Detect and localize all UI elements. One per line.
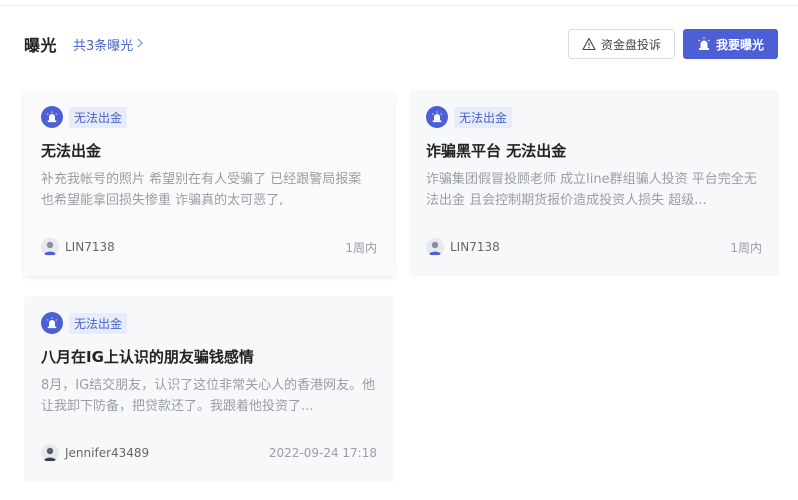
- user-avatar-icon: [41, 444, 59, 462]
- card-title: 诈骗黑平台 无法出金: [426, 142, 567, 160]
- category-tag: 无法出金: [69, 106, 128, 128]
- card-description: 补充我帐号的照片 希望别在有人受骗了 已经跟警局报案 也希望能拿回损失惨重 诈骗…: [41, 172, 362, 208]
- username: LIN7138: [65, 240, 115, 254]
- card-tag-row: 无法出金: [41, 106, 377, 128]
- exposure-card[interactable]: 无法出金 诈骗黑平台 无法出金 诈骗集团假冒投顾老师 成立line群组骗人投资 …: [409, 90, 779, 276]
- alarm-light-icon: [41, 312, 63, 334]
- header-actions: 资金盘投诉 我要曝光: [567, 29, 778, 59]
- warning-triangle-icon: [582, 37, 596, 51]
- fund-complaint-button[interactable]: 资金盘投诉: [567, 29, 675, 59]
- card-title: 八月在IG上认识的朋友骗钱感情: [41, 348, 254, 366]
- top-divider: [0, 0, 798, 6]
- card-description: 诈骗集团假冒投顾老师 成立line群组骗人投资 平台完全无法出金 且会控制期货报…: [426, 172, 757, 208]
- card-footer: LIN7138 1周内: [426, 238, 762, 256]
- user-avatar-icon: [41, 238, 59, 256]
- expose-button-label: 我要曝光: [715, 37, 764, 52]
- card-footer: LIN7138 1周内: [41, 238, 377, 256]
- card-title: 无法出金: [41, 142, 102, 160]
- user-avatar-icon: [426, 238, 444, 256]
- exposure-card[interactable]: 无法出金 无法出金 补充我帐号的照片 希望别在有人受骗了 已经跟警局报案 也希望…: [24, 90, 394, 276]
- post-time: 1周内: [730, 240, 762, 255]
- expose-button[interactable]: 我要曝光: [682, 29, 778, 59]
- exposure-count-label: 共3条曝光: [73, 38, 134, 54]
- page-title: 曝光: [24, 36, 58, 55]
- exposure-count-link[interactable]: 共3条曝光: [73, 35, 144, 54]
- card-footer: Jennifer43489 2022-09-24 17:18: [41, 444, 377, 462]
- card-tag-row: 无法出金: [426, 106, 762, 128]
- post-time: 1周内: [345, 240, 377, 255]
- username: Jennifer43489: [65, 446, 150, 460]
- card-tag-row: 无法出金: [41, 312, 377, 334]
- post-time: 2022-09-24 17:18: [268, 446, 377, 460]
- card-description: 8月，IG结交朋友，认识了这位非常关心人的香港网友。他让我卸下防备，把贷款还了。…: [41, 378, 376, 414]
- alarm-light-icon: [41, 106, 63, 128]
- category-tag: 无法出金: [454, 106, 513, 128]
- page-header: 曝光 共3条曝光 资金盘投诉 我要曝光: [24, 28, 778, 60]
- exposure-card[interactable]: 无法出金 八月在IG上认识的朋友骗钱感情 8月，IG结交朋友，认识了这位非常关心…: [24, 296, 394, 482]
- category-tag: 无法出金: [69, 312, 128, 334]
- username: LIN7138: [450, 240, 500, 254]
- alarm-light-icon: [426, 106, 448, 128]
- fund-complaint-label: 资金盘投诉: [600, 37, 661, 52]
- chevron-right-icon: [136, 37, 144, 51]
- alarm-light-icon: [697, 37, 711, 51]
